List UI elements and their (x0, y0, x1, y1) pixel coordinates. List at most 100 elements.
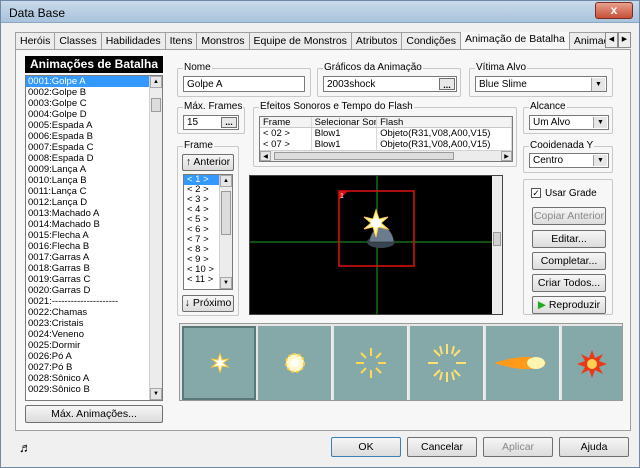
list-item[interactable]: 0025:Dormir (26, 340, 162, 351)
strip-cell-5[interactable] (486, 326, 560, 400)
tab-8[interactable]: Animação de Batalha (459, 32, 570, 50)
list-item[interactable]: 0005:Espada A (26, 120, 162, 131)
list-item[interactable]: 0001:Golpe A (26, 76, 162, 87)
list-item[interactable]: 0023:Cristais (26, 318, 162, 329)
list-item[interactable]: 0012:Lança D (26, 197, 162, 208)
tab-scroll-left-icon[interactable]: ◀ (605, 32, 618, 48)
complete-button[interactable]: Completar... (532, 252, 606, 270)
strip-cell-1[interactable] (182, 326, 256, 400)
table-row[interactable]: < 02 > Blow1 Objeto(R31,V08,A00,V15) (260, 128, 512, 139)
list-item[interactable]: 0028:Sônico A (26, 373, 162, 384)
max-frames-browse-button[interactable]: ... (221, 117, 237, 128)
edit-button[interactable]: Editar... (532, 230, 606, 248)
list-item[interactable]: 0016:Flecha B (26, 241, 162, 252)
frame-list-scrollbar[interactable]: ▲ ▼ (219, 175, 232, 289)
col-frame-header[interactable]: Frame (260, 117, 312, 127)
list-item[interactable]: 0017:Garras A (26, 252, 162, 263)
list-item[interactable]: 0014:Machado B (26, 219, 162, 230)
list-item[interactable]: 0026:Pó A (26, 351, 162, 362)
tab-5[interactable]: Equipe de Monstros (248, 32, 352, 50)
scroll-thumb[interactable] (274, 152, 454, 160)
chevron-down-icon[interactable]: ▼ (593, 117, 607, 128)
table-row[interactable]: < 07 > Blow1 Objeto(R31,V08,A00,V15) (260, 139, 512, 150)
list-item[interactable]: 0029:Sônico B (26, 384, 162, 395)
copy-previous-button[interactable]: Copiar Anterior (532, 207, 606, 225)
frame-listbox[interactable]: < 1 > < 2 > < 3 > < 4 > < 5 > < 6 > < 7 > < 8 >… (183, 174, 233, 290)
scroll-down-icon[interactable]: ▼ (220, 277, 232, 289)
list-item[interactable]: 0020:Garras D (26, 285, 162, 296)
list-item[interactable]: 0010:Lança B (26, 175, 162, 186)
chevron-down-icon[interactable]: ▼ (593, 155, 607, 166)
animation-listbox[interactable]: 0001:Golpe A 0002:Golpe B 0003:Golpe C 0004… (25, 75, 163, 401)
list-item[interactable]: 0027:Pó B (26, 362, 162, 373)
col-flash-header[interactable]: Flash (377, 117, 512, 127)
list-item[interactable]: 0009:Lança A (26, 164, 162, 175)
list-item[interactable]: 0013:Machado A (26, 208, 162, 219)
graphics-input[interactable]: 2003shock ... (323, 76, 457, 92)
use-grid-checkbox[interactable]: ✓ (531, 188, 541, 198)
create-all-button[interactable]: Criar Todos... (532, 274, 606, 292)
strip-cell-6[interactable] (562, 326, 622, 400)
tab-2[interactable]: Habilidades (100, 32, 166, 50)
list-item[interactable]: 0008:Espada D (26, 153, 162, 164)
scroll-thumb[interactable] (221, 191, 231, 235)
music-note-icon[interactable]: ♬ (19, 440, 32, 455)
max-frames-input[interactable]: 15 ... (183, 115, 239, 130)
list-item[interactable]: 0006:Espada B (26, 131, 162, 142)
list-item[interactable]: 0007:Espada C (26, 142, 162, 153)
cancel-button[interactable]: Cancelar (407, 437, 477, 457)
tab-4[interactable]: Monstros (196, 32, 250, 50)
preview-scrollbar[interactable] (492, 176, 502, 314)
help-button[interactable]: Ajuda (559, 437, 629, 457)
strip-shock-sprite-1 (210, 352, 230, 374)
list-item[interactable]: 0022:Chamas (26, 307, 162, 318)
list-item[interactable]: 0002:Golpe B (26, 87, 162, 98)
list-item[interactable]: 0015:Flecha A (26, 230, 162, 241)
scroll-up-icon[interactable]: ▲ (150, 76, 162, 88)
target-select[interactable]: Blue Slime ▼ (475, 76, 607, 92)
frame-strip[interactable] (179, 323, 623, 401)
tab-3[interactable]: Itens (164, 32, 198, 50)
name-input[interactable]: Golpe A (183, 76, 305, 92)
list-item[interactable]: 0018:Garras B (26, 263, 162, 274)
animation-preview-canvas[interactable]: 1 (249, 175, 503, 315)
previous-frame-button[interactable]: ↑ Anterior (182, 154, 234, 171)
list-item[interactable]: 0019:Garras C (26, 274, 162, 285)
sound-table[interactable]: Frame Selecionar Som Flash < 02 > Blow1 … (259, 116, 513, 162)
chevron-down-icon[interactable]: ▼ (591, 78, 605, 91)
list-item[interactable]: 0024:Veneno (26, 329, 162, 340)
scroll-thumb[interactable] (151, 98, 161, 112)
scroll-thumb[interactable] (493, 232, 501, 246)
tab-1[interactable]: Classes (54, 32, 102, 50)
tab-0[interactable]: Heróis (15, 32, 56, 50)
play-button[interactable]: ▶ Reproduzir (532, 296, 606, 314)
strip-cell-2[interactable] (258, 326, 332, 400)
max-animations-button[interactable]: Máx. Animações... (25, 405, 163, 423)
sound-table-hscroll[interactable]: ◀ ▶ (260, 150, 512, 161)
scope-select[interactable]: Um Alvo ▼ (529, 115, 609, 130)
scroll-right-icon[interactable]: ▶ (501, 151, 512, 161)
use-grid-label: Usar Grade (545, 188, 597, 199)
list-item[interactable]: 0021:--------------------- (26, 296, 162, 307)
list-item[interactable]: 0011:Lança C (26, 186, 162, 197)
list-item[interactable]: 0004:Golpe D (26, 109, 162, 120)
apply-button[interactable]: Aplicar (483, 437, 553, 457)
col-sound-header[interactable]: Selecionar Som (312, 117, 378, 127)
graphics-browse-button[interactable]: ... (439, 78, 455, 90)
next-frame-button[interactable]: ↓ Próximo (182, 295, 234, 312)
row-frame: < 07 > (260, 139, 312, 150)
y-coordinate-select[interactable]: Centro ▼ (529, 153, 609, 168)
scroll-left-icon[interactable]: ◀ (260, 151, 271, 161)
tab-7[interactable]: Condições (401, 32, 461, 50)
tab-scroll-right-icon[interactable]: ▶ (618, 32, 631, 48)
ok-button[interactable]: OK (331, 437, 401, 457)
close-button[interactable]: x (595, 2, 633, 19)
list-item[interactable]: 0003:Golpe C (26, 98, 162, 109)
title-bar[interactable]: Data Base x (1, 1, 639, 23)
tab-6[interactable]: Atributos (350, 32, 403, 50)
strip-cell-4[interactable] (410, 326, 484, 400)
scroll-down-icon[interactable]: ▼ (150, 388, 162, 400)
scroll-up-icon[interactable]: ▲ (220, 175, 232, 187)
animation-list-scrollbar[interactable]: ▲ ▼ (149, 76, 162, 400)
strip-cell-3[interactable] (334, 326, 408, 400)
